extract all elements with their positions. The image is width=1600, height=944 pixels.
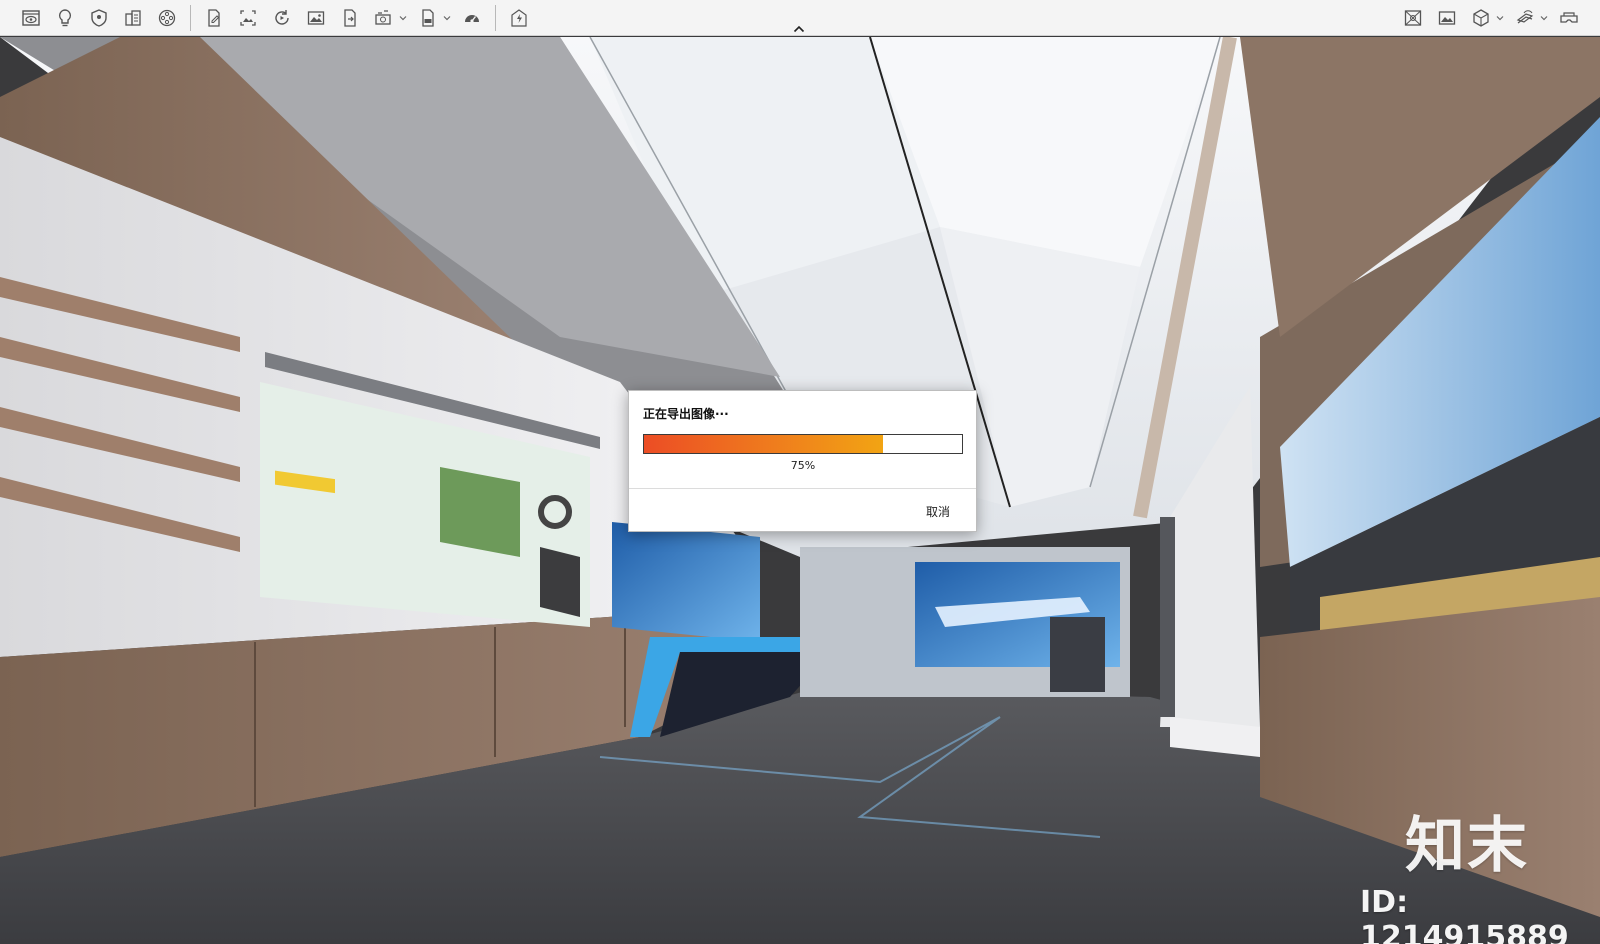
progress-bar-fill bbox=[644, 435, 883, 453]
panorama-grid-icon[interactable] bbox=[1399, 4, 1427, 32]
building-icon[interactable] bbox=[119, 4, 147, 32]
export-progress-bar bbox=[643, 434, 963, 454]
top-toolbar bbox=[0, 0, 1600, 36]
layers-icon[interactable] bbox=[1511, 4, 1539, 32]
picture-icon[interactable] bbox=[1433, 4, 1461, 32]
render-dropdown-chevron-icon[interactable] bbox=[398, 4, 408, 32]
edit-document-icon[interactable] bbox=[200, 4, 228, 32]
shield-icon[interactable] bbox=[85, 4, 113, 32]
toolbar-separator bbox=[190, 4, 191, 31]
refresh-play-icon[interactable] bbox=[268, 4, 296, 32]
cancel-button[interactable]: 取消 bbox=[926, 503, 950, 520]
dialog-divider bbox=[629, 488, 976, 489]
toolbar-left-group bbox=[14, 0, 536, 35]
progress-percent: 75% bbox=[790, 459, 816, 472]
export-progress-dialog: 正在导出图像··· 75% 取消 bbox=[628, 390, 977, 532]
watermark-id: ID: 1214915889 bbox=[1360, 885, 1569, 944]
film-reel-icon[interactable] bbox=[153, 4, 181, 32]
exr-dropdown-chevron-icon[interactable] bbox=[442, 4, 452, 32]
cube-icon[interactable] bbox=[1467, 4, 1495, 32]
watermark-logo: 知末 bbox=[1405, 811, 1529, 881]
vr-headset-icon[interactable] bbox=[1555, 4, 1583, 32]
toolbar-separator bbox=[495, 4, 496, 31]
dialog-title: 正在导出图像··· bbox=[643, 407, 729, 421]
exr-file-icon[interactable] bbox=[414, 4, 442, 32]
layers-dropdown-chevron-icon[interactable] bbox=[1539, 4, 1549, 32]
capture-image-icon[interactable] bbox=[234, 4, 262, 32]
toolbar-right-group bbox=[1396, 0, 1586, 35]
lightbulb-icon[interactable] bbox=[51, 4, 79, 32]
render-camera-icon[interactable] bbox=[370, 4, 398, 32]
speedometer-icon[interactable] bbox=[458, 4, 486, 32]
eye-icon[interactable] bbox=[17, 4, 45, 32]
collapse-toolbar-caret-icon[interactable] bbox=[789, 22, 809, 36]
cube-dropdown-chevron-icon[interactable] bbox=[1495, 4, 1505, 32]
export-file-icon[interactable] bbox=[336, 4, 364, 32]
lightning-icon[interactable] bbox=[505, 4, 533, 32]
image-icon[interactable] bbox=[302, 4, 330, 32]
